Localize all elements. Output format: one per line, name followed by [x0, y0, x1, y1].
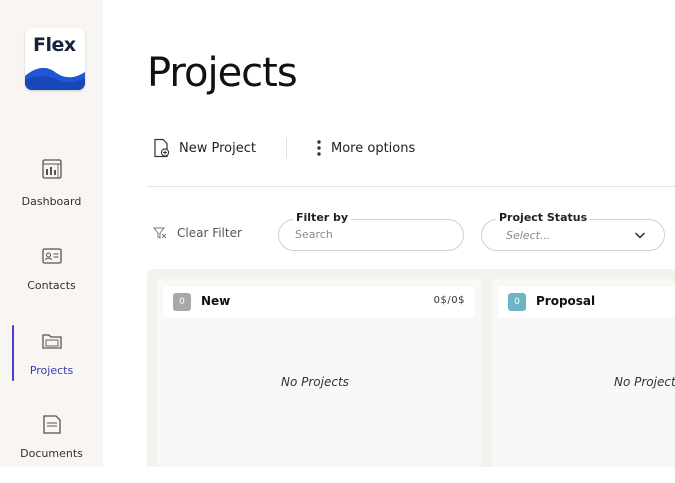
- project-status-label: Project Status: [496, 211, 591, 224]
- column-count-badge: 0: [173, 293, 191, 311]
- new-document-icon: [154, 138, 170, 158]
- new-project-button[interactable]: New Project: [153, 137, 256, 159]
- empty-state-text: No Projects: [281, 375, 349, 389]
- sidebar: Flex Dashboard Contacts Projects Documen…: [0, 0, 103, 467]
- chevron-down-icon: [635, 232, 645, 239]
- toolbar-divider: [286, 138, 287, 158]
- more-options-label: More options: [331, 140, 416, 156]
- column-title: New: [201, 294, 231, 308]
- board-column-new: 0 New 0$/0$ No Projects: [157, 279, 481, 467]
- empty-state-text: No Projects: [614, 375, 675, 389]
- document-icon: [43, 415, 61, 434]
- sidebar-item-label: Documents: [20, 447, 83, 460]
- sidebar-item-label: Projects: [29, 364, 74, 377]
- filter-clear-icon: [153, 227, 167, 239]
- clear-filter-button[interactable]: Clear Filter: [153, 226, 242, 240]
- logo-wave-icon: [25, 67, 85, 90]
- more-options-button[interactable]: More options: [315, 137, 415, 159]
- project-status-value: Select...: [506, 229, 551, 242]
- main-content: Projects New Project More options Clear …: [103, 0, 675, 467]
- search-input[interactable]: [295, 228, 435, 241]
- app-logo[interactable]: Flex: [25, 28, 85, 90]
- sidebar-item-label: Dashboard: [21, 195, 82, 208]
- sidebar-item-projects[interactable]: Projects: [0, 330, 103, 400]
- sidebar-item-dashboard[interactable]: Dashboard: [0, 158, 103, 228]
- dashboard-icon: [42, 159, 62, 179]
- clear-filter-label: Clear Filter: [177, 226, 242, 240]
- sidebar-item-label: Contacts: [27, 279, 76, 292]
- kebab-menu-icon: [317, 140, 321, 156]
- divider: [147, 186, 675, 187]
- filter-by-field[interactable]: Filter by: [278, 211, 464, 251]
- filter-by-label: Filter by: [293, 211, 352, 224]
- sidebar-item-contacts[interactable]: Contacts: [0, 245, 103, 315]
- folder-icon: [42, 334, 62, 349]
- new-project-label: New Project: [179, 140, 256, 156]
- board-column-proposal: 0 Proposal No Projects: [492, 279, 675, 467]
- sidebar-item-documents[interactable]: Documents: [0, 413, 103, 483]
- project-board: 0 New 0$/0$ No Projects 0 Proposal No Pr…: [147, 269, 675, 467]
- column-body-clip: No Projects: [492, 279, 675, 467]
- project-status-select[interactable]: Project Status Select...: [481, 211, 665, 251]
- column-amount: 0$/0$: [433, 295, 465, 306]
- column-header: 0 New 0$/0$: [163, 286, 475, 318]
- logo-text: Flex: [33, 34, 76, 56]
- page-title: Projects: [147, 50, 298, 96]
- contact-card-icon: [42, 248, 62, 264]
